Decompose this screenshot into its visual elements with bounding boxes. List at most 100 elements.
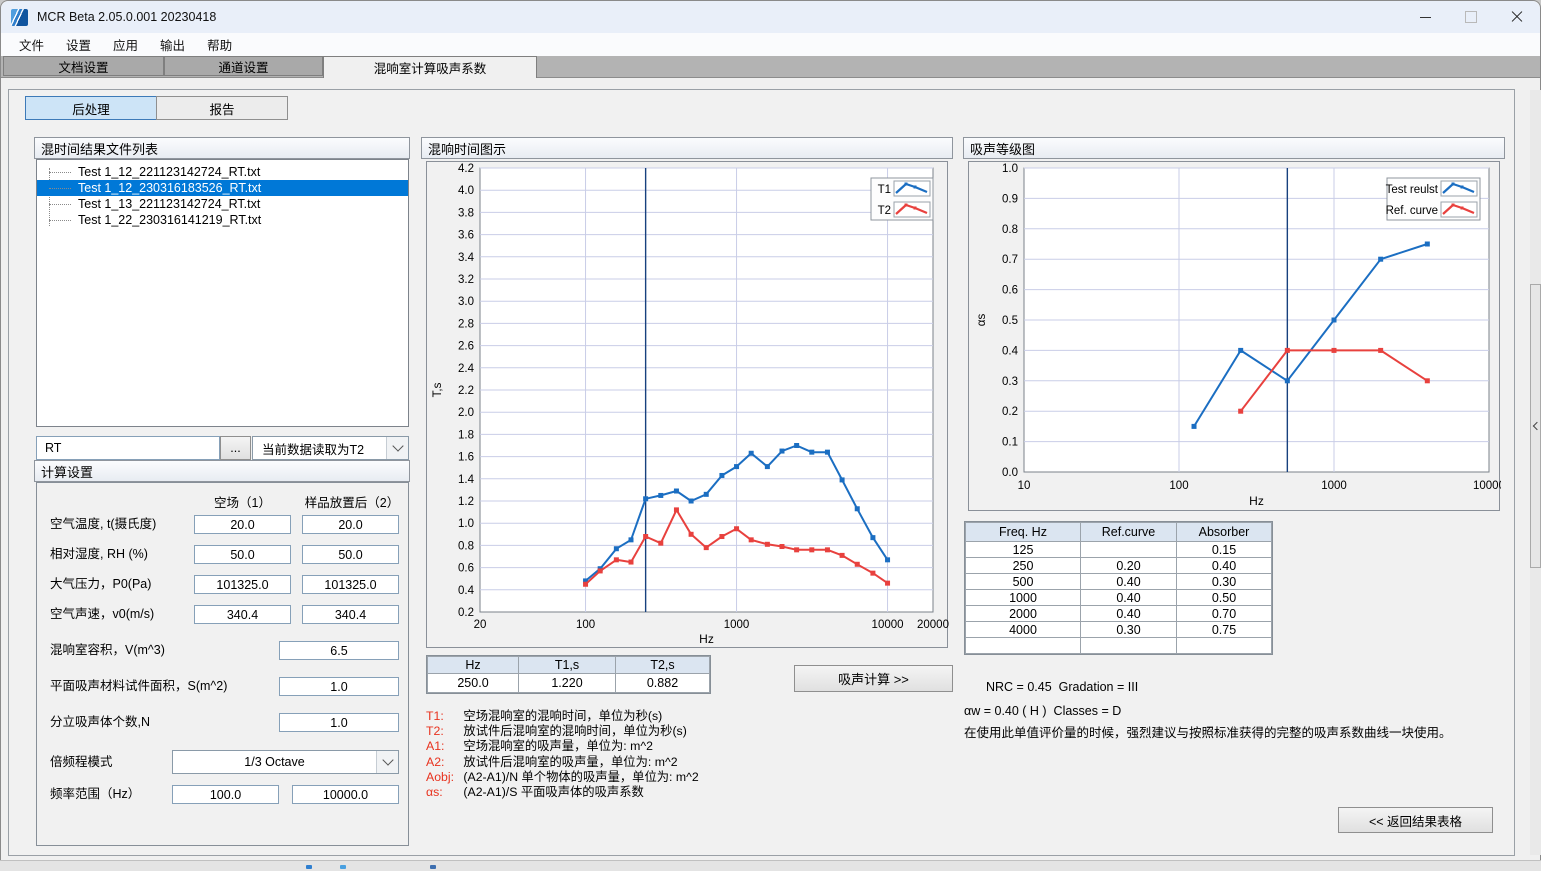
grade-table-row-2[interactable]: 5000.400.30 xyxy=(966,574,1271,589)
calc-field-2-sample[interactable]: 101325.0 xyxy=(302,575,399,594)
file-name: Test 1_12_230316183526_RT.txt xyxy=(78,180,261,196)
calc-single-field-1[interactable]: 1.0 xyxy=(279,677,399,696)
calc-single-field-0[interactable]: 6.5 xyxy=(279,641,399,660)
calc-single-label-1: 平面吸声材料试件面积，S(m^2) xyxy=(50,677,227,696)
grade-table-cell: 0.75 xyxy=(1177,622,1271,637)
taskbar-sliver xyxy=(0,860,1541,871)
data-read-value: 当前数据读取为T2 xyxy=(253,439,386,458)
calc-field-0-empty[interactable]: 20.0 xyxy=(194,515,291,534)
window-controls xyxy=(1402,1,1540,33)
subtab-1[interactable]: 报告 xyxy=(156,96,288,120)
octave-mode-label: 倍频程模式 xyxy=(50,753,113,772)
tab-0[interactable]: 文档设置 xyxy=(3,56,164,76)
calc-field-3-empty[interactable]: 340.4 xyxy=(194,605,291,624)
svg-text:0.2: 0.2 xyxy=(458,607,474,619)
svg-text:0.9: 0.9 xyxy=(1002,193,1018,205)
calc-row-label-3: 空气声速，v0(m/s) xyxy=(50,605,154,624)
grade-table-header-0: Freq. Hz xyxy=(966,523,1080,541)
grade-table-cell: 0.40 xyxy=(1177,558,1271,573)
svg-text:3.6: 3.6 xyxy=(458,230,474,242)
file-list-item-2[interactable]: Test 1_13_221123142724_RT.txt xyxy=(37,196,408,212)
calc-row-label-2: 大气压力，P0(Pa) xyxy=(50,575,151,594)
taskbar-icon xyxy=(306,865,312,869)
symbol-note-5: αs: (A2-A1)/S 平面吸声体的吸声系数 xyxy=(426,785,786,800)
browse-button[interactable]: ... xyxy=(220,436,251,460)
grade-table-cell: 0.40 xyxy=(1081,590,1176,605)
calc-field-1-sample[interactable]: 50.0 xyxy=(302,545,399,564)
menu-item-2[interactable]: 应用 xyxy=(103,32,148,57)
svg-text:0.8: 0.8 xyxy=(1002,224,1018,236)
svg-text:Hz: Hz xyxy=(699,632,714,646)
menu-item-1[interactable]: 设置 xyxy=(56,32,101,57)
grade-table-header-2: Absorber xyxy=(1177,523,1271,541)
back-to-results-button[interactable]: << 返回结果表格 xyxy=(1338,807,1493,833)
svg-text:0.4: 0.4 xyxy=(458,585,475,597)
calc-single-field-2[interactable]: 1.0 xyxy=(279,713,399,732)
symbol-key: T1: xyxy=(426,709,460,724)
calc-field-0-sample[interactable]: 20.0 xyxy=(302,515,399,534)
symbol-desc: 放试件后混响室的混响时间，单位为秒(s) xyxy=(460,724,687,738)
symbol-note-0: T1: 空场混响室的混响时间，单位为秒(s) xyxy=(426,709,786,724)
calc-field-3-sample[interactable]: 340.4 xyxy=(302,605,399,624)
close-button[interactable] xyxy=(1494,1,1540,33)
rt-table-cell: 250.0 xyxy=(428,674,518,692)
close-icon xyxy=(1511,11,1523,23)
screen: MCR Beta 2.05.0.001 20230418 文件设置应用输出帮助 … xyxy=(0,0,1541,871)
absorption-grade-chart[interactable]: 0.00.10.20.30.40.50.60.70.80.91.01010010… xyxy=(969,162,1501,512)
tab-1[interactable]: 通道设置 xyxy=(164,56,323,76)
svg-text:0.3: 0.3 xyxy=(1002,376,1018,388)
rt-file-list[interactable]: Test 1_12_221123142724_RT.txtTest 1_12_2… xyxy=(36,159,409,427)
combo-arrow[interactable] xyxy=(386,437,408,459)
file-list-item-3[interactable]: Test 1_22_230316141219_RT.txt xyxy=(37,212,408,228)
calc-field-2-empty[interactable]: 101325.0 xyxy=(194,575,291,594)
freq-max-field[interactable]: 10000.0 xyxy=(292,785,399,804)
menu-item-3[interactable]: 输出 xyxy=(150,32,195,57)
svg-text:10000: 10000 xyxy=(872,619,904,631)
menu-item-4[interactable]: 帮助 xyxy=(197,32,242,57)
rt-name-input[interactable]: RT xyxy=(36,436,220,460)
svg-text:3.8: 3.8 xyxy=(458,207,474,219)
file-list-item-0[interactable]: Test 1_12_221123142724_RT.txt xyxy=(37,164,408,180)
panel-collapse-splitter[interactable] xyxy=(1530,284,1541,568)
octave-mode-combobox[interactable]: 1/3 Octave xyxy=(172,750,399,774)
octave-mode-value: 1/3 Octave xyxy=(173,755,376,769)
col-header-with-sample: 样品放置后（2） xyxy=(302,492,402,511)
minimize-button[interactable] xyxy=(1402,1,1448,33)
subtab-0[interactable]: 后处理 xyxy=(25,96,157,120)
calc-settings-panel: 空场（1） 样品放置后（2） 空气温度, t(摄氏度)20.020.0相对湿度,… xyxy=(36,482,409,846)
grade-table-row-1[interactable]: 2500.200.40 xyxy=(966,558,1271,573)
calc-field-1-empty[interactable]: 50.0 xyxy=(194,545,291,564)
svg-text:T,s: T,s xyxy=(432,382,444,397)
maximize-button[interactable] xyxy=(1448,1,1494,33)
svg-text:1.0: 1.0 xyxy=(1002,163,1018,175)
grade-chart-header: 吸声等级图 xyxy=(963,137,1505,159)
grade-table-row-0[interactable]: 1250.15 xyxy=(966,542,1271,557)
menu-item-0[interactable]: 文件 xyxy=(9,32,54,57)
file-list-item-1[interactable]: Test 1_12_230316183526_RT.txt xyxy=(37,180,408,196)
chevron-down-icon xyxy=(382,754,393,765)
grade-table-row-3[interactable]: 10000.400.50 xyxy=(966,590,1271,605)
svg-text:0.0: 0.0 xyxy=(1002,467,1018,479)
grade-table-row-6[interactable] xyxy=(966,638,1271,653)
svg-text:10: 10 xyxy=(1018,480,1031,492)
data-read-combobox[interactable]: 当前数据读取为T2 xyxy=(252,436,409,460)
rt-table-row-0[interactable]: 250.01.2200.882 xyxy=(428,674,709,692)
svg-text:1000: 1000 xyxy=(724,619,750,631)
symbol-notes: T1: 空场混响室的混响时间，单位为秒(s)T2: 放试件后混响室的混响时间，单… xyxy=(426,709,786,800)
rt-value-table[interactable]: HzT1,sT2,s250.01.2200.882 xyxy=(426,655,711,694)
grade-table-row-4[interactable]: 20000.400.70 xyxy=(966,606,1271,621)
rt-chart[interactable]: 0.20.40.60.81.01.21.41.61.82.02.22.42.62… xyxy=(427,162,949,649)
grade-value-table[interactable]: Freq. HzRef.curveAbsorber1250.152500.200… xyxy=(964,521,1273,655)
freq-min-field[interactable]: 100.0 xyxy=(172,785,279,804)
tab-2[interactable]: 混响室计算吸声系数 xyxy=(323,56,537,78)
usage-note-text: 在使用此单值评价量的时候，强烈建议与按照标准获得的完整的吸声系数曲线一块使用。 xyxy=(964,722,1509,741)
absorption-calc-button[interactable]: 吸声计算 >> xyxy=(794,665,953,692)
svg-text:0.6: 0.6 xyxy=(1002,285,1018,297)
grade-table-cell: 0.15 xyxy=(1177,542,1271,557)
svg-text:2.0: 2.0 xyxy=(458,407,474,419)
combo-arrow[interactable] xyxy=(376,751,398,773)
grade-table-row-5[interactable]: 40000.300.75 xyxy=(966,622,1271,637)
svg-text:3.4: 3.4 xyxy=(458,252,475,264)
file-name: Test 1_12_221123142724_RT.txt xyxy=(78,164,260,180)
rt-table-cell: 1.220 xyxy=(519,674,615,692)
